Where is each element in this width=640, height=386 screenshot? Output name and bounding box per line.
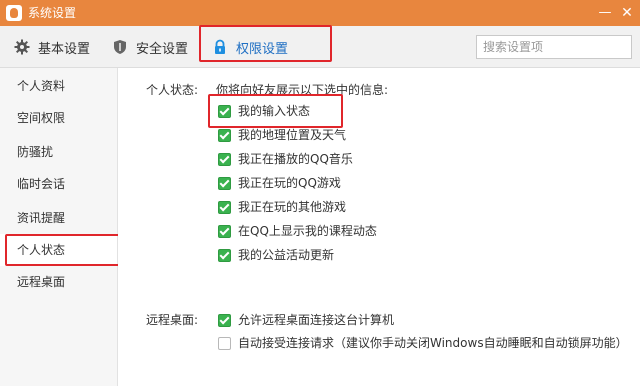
checkbox-qq-game[interactable]: 我正在玩的QQ游戏 — [218, 175, 341, 191]
checkbox-charity-updates[interactable]: 我的公益活动更新 — [218, 247, 334, 263]
sidebar-item-news-reminder[interactable]: 资讯提醒 — [0, 202, 117, 234]
checkbox-label: 我的地理位置及天气 — [238, 128, 347, 142]
checkbox-label: 我正在玩的QQ游戏 — [238, 176, 341, 190]
checkbox-checked[interactable] — [218, 152, 231, 166]
highlight-frame-input-status — [208, 94, 343, 128]
checkbox-label: 我正在玩的其他游戏 — [238, 200, 347, 214]
sidebar: 个人资料 空间权限 防骚扰 临时会话 资讯提醒 个人状态 远程桌面 — [0, 68, 118, 386]
close-button[interactable]: ✕ — [618, 4, 636, 22]
sidebar-item-temp-session[interactable]: 临时会话 — [0, 168, 117, 200]
shield-icon — [112, 39, 128, 55]
search-box[interactable] — [476, 35, 632, 59]
title-bar: 系统设置 — ✕ — [0, 0, 640, 26]
checkbox-location-weather[interactable]: 我的地理位置及天气 — [218, 127, 346, 143]
checkbox-label: 我正在播放的QQ音乐 — [238, 152, 353, 166]
sidebar-item-anti-harassment[interactable]: 防骚扰 — [0, 136, 117, 168]
highlight-frame-sidebar — [5, 234, 134, 266]
checkbox-unchecked[interactable] — [218, 336, 231, 350]
tab-basic-settings[interactable]: 基本设置 — [14, 26, 90, 68]
gear-icon — [14, 39, 30, 55]
minimize-button[interactable]: — — [596, 4, 614, 22]
checkbox-label: 允许远程桌面连接这台计算机 — [238, 313, 395, 327]
sidebar-item-remote-desktop[interactable]: 远程桌面 — [0, 266, 117, 298]
search-input[interactable] — [483, 38, 627, 56]
checkbox-label: 我的公益活动更新 — [238, 248, 335, 262]
checkbox-allow-remote[interactable]: 允许远程桌面连接这台计算机 — [218, 312, 394, 328]
checkbox-other-game[interactable]: 我正在玩的其他游戏 — [218, 199, 346, 215]
checkbox-checked[interactable] — [218, 248, 231, 262]
checkbox-auto-accept[interactable]: 自动接受连接请求（建议你手动关闭Windows自动睡眠和自动锁屏功能） — [218, 335, 628, 351]
checkbox-label: 在QQ上显示我的课程动态 — [238, 224, 377, 238]
remote-desktop-label: 远程桌面: — [146, 313, 199, 327]
checkbox-checked[interactable] — [218, 176, 231, 190]
checkbox-checked[interactable] — [218, 200, 231, 214]
window-title: 系统设置 — [28, 6, 77, 20]
checkbox-checked[interactable] — [218, 313, 231, 327]
qq-penguin-icon — [6, 5, 22, 21]
tab-label: 基本设置 — [38, 41, 91, 57]
checkbox-qq-music[interactable]: 我正在播放的QQ音乐 — [218, 151, 353, 167]
checkbox-checked[interactable] — [218, 128, 231, 142]
sidebar-item-profile[interactable]: 个人资料 — [0, 70, 117, 102]
checkbox-label: 自动接受连接请求（建议你手动关闭Windows自动睡眠和自动锁屏功能） — [238, 336, 628, 350]
checkbox-checked[interactable] — [218, 224, 231, 238]
personal-status-label: 个人状态: — [146, 83, 199, 97]
checkbox-course-activity[interactable]: 在QQ上显示我的课程动态 — [218, 223, 377, 239]
tab-security-settings[interactable]: 安全设置 — [112, 26, 188, 68]
sidebar-item-space-permission[interactable]: 空间权限 — [0, 102, 117, 134]
tab-label: 安全设置 — [136, 41, 189, 57]
highlight-frame-permission-tab — [199, 25, 332, 62]
